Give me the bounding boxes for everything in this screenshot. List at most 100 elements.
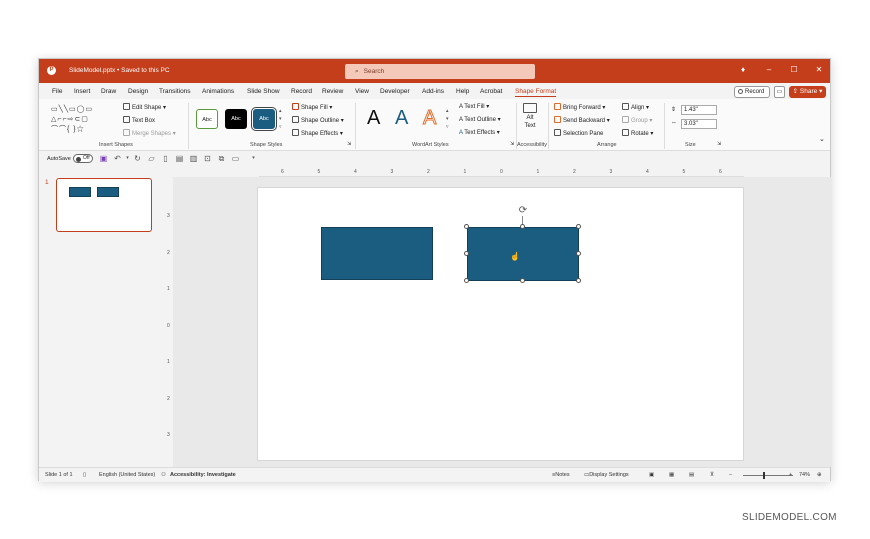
notes-button[interactable]: ≡Notes	[552, 472, 570, 478]
zoom-slider-thumb[interactable]	[763, 472, 765, 479]
tab-add-ins[interactable]: Add-ins	[422, 88, 444, 95]
tab-view[interactable]: View	[355, 88, 369, 95]
group-icon	[622, 116, 629, 123]
text-outline-button[interactable]: A Text Outline ▾	[459, 116, 501, 123]
rectangle-shape[interactable]	[321, 227, 433, 280]
text-fill-button[interactable]: A Text Fill ▾	[459, 103, 489, 110]
language-status[interactable]: English (United States)	[99, 472, 155, 478]
search-box[interactable]: ⌕ Search	[345, 64, 535, 79]
zoom-in-icon[interactable]: +	[789, 472, 792, 478]
dialog-launcher-icon[interactable]: ⇲	[510, 141, 514, 147]
resize-handle-bottom[interactable]	[520, 278, 525, 283]
undo-icon[interactable]: ↶	[113, 154, 122, 163]
normal-view-icon[interactable]: ▣	[649, 472, 654, 478]
autosave-toggle[interactable]: Off	[73, 154, 93, 163]
wordart-blue[interactable]: A	[395, 107, 408, 130]
width-field[interactable]: 3.03"	[681, 119, 717, 129]
resize-handle-top[interactable]	[520, 224, 525, 229]
shape-effects-button[interactable]: Shape Effects ▾	[292, 129, 343, 137]
wordart-scroll[interactable]: ▴ ▾ ▿	[446, 107, 449, 131]
fit-to-window-icon[interactable]: ⊕	[817, 472, 822, 478]
redo-icon[interactable]: ↻	[133, 154, 142, 163]
minimize-icon[interactable]: –	[763, 65, 775, 74]
zoom-slider-track[interactable]	[743, 475, 793, 476]
send-backward-button[interactable]: Send Backward ▾	[554, 116, 610, 124]
merge-shapes-button[interactable]: Merge Shapes ▾	[123, 129, 176, 137]
resize-handle-right[interactable]	[576, 251, 581, 256]
style-swatch-black[interactable]: Abc	[225, 109, 247, 129]
style-swatch-blue[interactable]: Abc	[251, 107, 277, 131]
shapes-gallery[interactable]: ▭╲╲▭◯▭ △⌐⌐⇨⊂▢ ⌒⌒{ }☆	[51, 105, 111, 137]
comments-button[interactable]: ▭	[774, 86, 785, 98]
copilot-icon[interactable]: ♦	[737, 65, 749, 74]
styles-scroll[interactable]: ▴ ▾ ▿	[279, 107, 282, 131]
customize-qat-icon[interactable]: ▾	[249, 154, 258, 163]
slide-sorter-icon[interactable]: ▦	[669, 472, 674, 478]
print-preview-icon[interactable]: ▤	[175, 154, 184, 163]
resize-handle-bottom-right[interactable]	[576, 278, 581, 283]
tab-review[interactable]: Review	[322, 88, 343, 95]
selection-pane-button[interactable]: Selection Pane	[554, 129, 603, 137]
accessibility-status[interactable]: Accessibility: Investigate	[170, 472, 236, 478]
tab-record[interactable]: Record	[291, 88, 312, 95]
resize-handle-left[interactable]	[464, 251, 469, 256]
tab-developer[interactable]: Developer	[380, 88, 410, 95]
tab-acrobat[interactable]: Acrobat	[480, 88, 502, 95]
wordart-orange-outline[interactable]: A	[422, 107, 436, 130]
new-file-icon[interactable]: ▯	[161, 154, 170, 163]
tab-design[interactable]: Design	[128, 88, 148, 95]
rotate-button[interactable]: Rotate ▾	[622, 129, 653, 137]
align-button[interactable]: Align ▾	[622, 103, 649, 111]
slideshow-view-icon[interactable]: ⊼	[710, 472, 714, 478]
alt-text-button[interactable]: Alt Text	[523, 103, 537, 130]
zoom-level[interactable]: 74%	[799, 472, 810, 478]
dialog-launcher-icon[interactable]: ⇲	[717, 141, 721, 147]
style-swatch-outline[interactable]: Abc	[196, 109, 218, 129]
present-icon[interactable]: ⊡	[203, 154, 212, 163]
wordart-black[interactable]: A	[367, 107, 380, 130]
share-button[interactable]: ⇪ Share ▾	[789, 86, 826, 98]
undo-dropdown-icon[interactable]: ▾	[123, 154, 132, 163]
ruler-tick-label: 1	[463, 169, 467, 175]
text-effects-button[interactable]: A Text Effects ▾	[459, 129, 500, 136]
alt-text-label-1: Alt	[526, 115, 534, 121]
slide-canvas[interactable]: ☝ ⟳	[257, 187, 744, 461]
close-icon[interactable]: ✕	[813, 65, 825, 74]
rotation-handle-icon[interactable]: ⟳	[518, 206, 528, 216]
collapse-ribbon-icon[interactable]: ⌄	[819, 135, 825, 143]
resize-handle-bottom-left[interactable]	[464, 278, 469, 283]
selected-rectangle-shape[interactable]: ☝	[467, 227, 579, 281]
display-settings-button[interactable]: ▭Display Settings	[584, 472, 629, 478]
maximize-icon[interactable]: ☐	[788, 65, 800, 74]
print-icon[interactable]: ▥	[189, 154, 198, 163]
tab-draw[interactable]: Draw	[101, 88, 116, 95]
record-button[interactable]: Record	[734, 86, 770, 98]
edit-shape-button[interactable]: Edit Shape ▾	[123, 103, 166, 111]
height-field[interactable]: 1.43"	[681, 105, 717, 115]
dialog-launcher-icon[interactable]: ⇲	[347, 141, 351, 147]
resize-handle-top-left[interactable]	[464, 224, 469, 229]
save-icon[interactable]: ▣	[99, 154, 108, 163]
reading-view-icon[interactable]: ▤	[689, 472, 694, 478]
slideshow-icon[interactable]: ▭	[231, 154, 240, 163]
shape-outline-button[interactable]: Shape Outline ▾	[292, 116, 344, 124]
tab-animations[interactable]: Animations	[202, 88, 234, 95]
spelling-icon[interactable]: ▯	[83, 472, 86, 478]
tab-help[interactable]: Help	[456, 88, 469, 95]
open-icon[interactable]: ▱	[147, 154, 156, 163]
resize-handle-top-right[interactable]	[576, 224, 581, 229]
zoom-out-icon[interactable]: −	[729, 472, 732, 478]
text-outline-icon: A	[459, 117, 463, 123]
tab-file[interactable]: File	[52, 88, 62, 95]
tab-shape-format[interactable]: Shape Format	[515, 88, 557, 97]
group-button[interactable]: Group ▾	[622, 116, 652, 124]
tab-transitions[interactable]: Transitions	[159, 88, 191, 95]
tab-slide-show[interactable]: Slide Show	[247, 88, 280, 95]
shape-fill-button[interactable]: Shape Fill ▾	[292, 103, 332, 111]
copy-icon[interactable]: ⧉	[217, 154, 226, 163]
tab-insert[interactable]: Insert	[74, 88, 90, 95]
file-title[interactable]: SlideModel.pptx • Saved to this PC	[69, 67, 170, 74]
text-box-button[interactable]: Text Box	[123, 116, 155, 124]
slide-thumbnail[interactable]	[56, 178, 152, 232]
bring-forward-button[interactable]: Bring Forward ▾	[554, 103, 605, 111]
